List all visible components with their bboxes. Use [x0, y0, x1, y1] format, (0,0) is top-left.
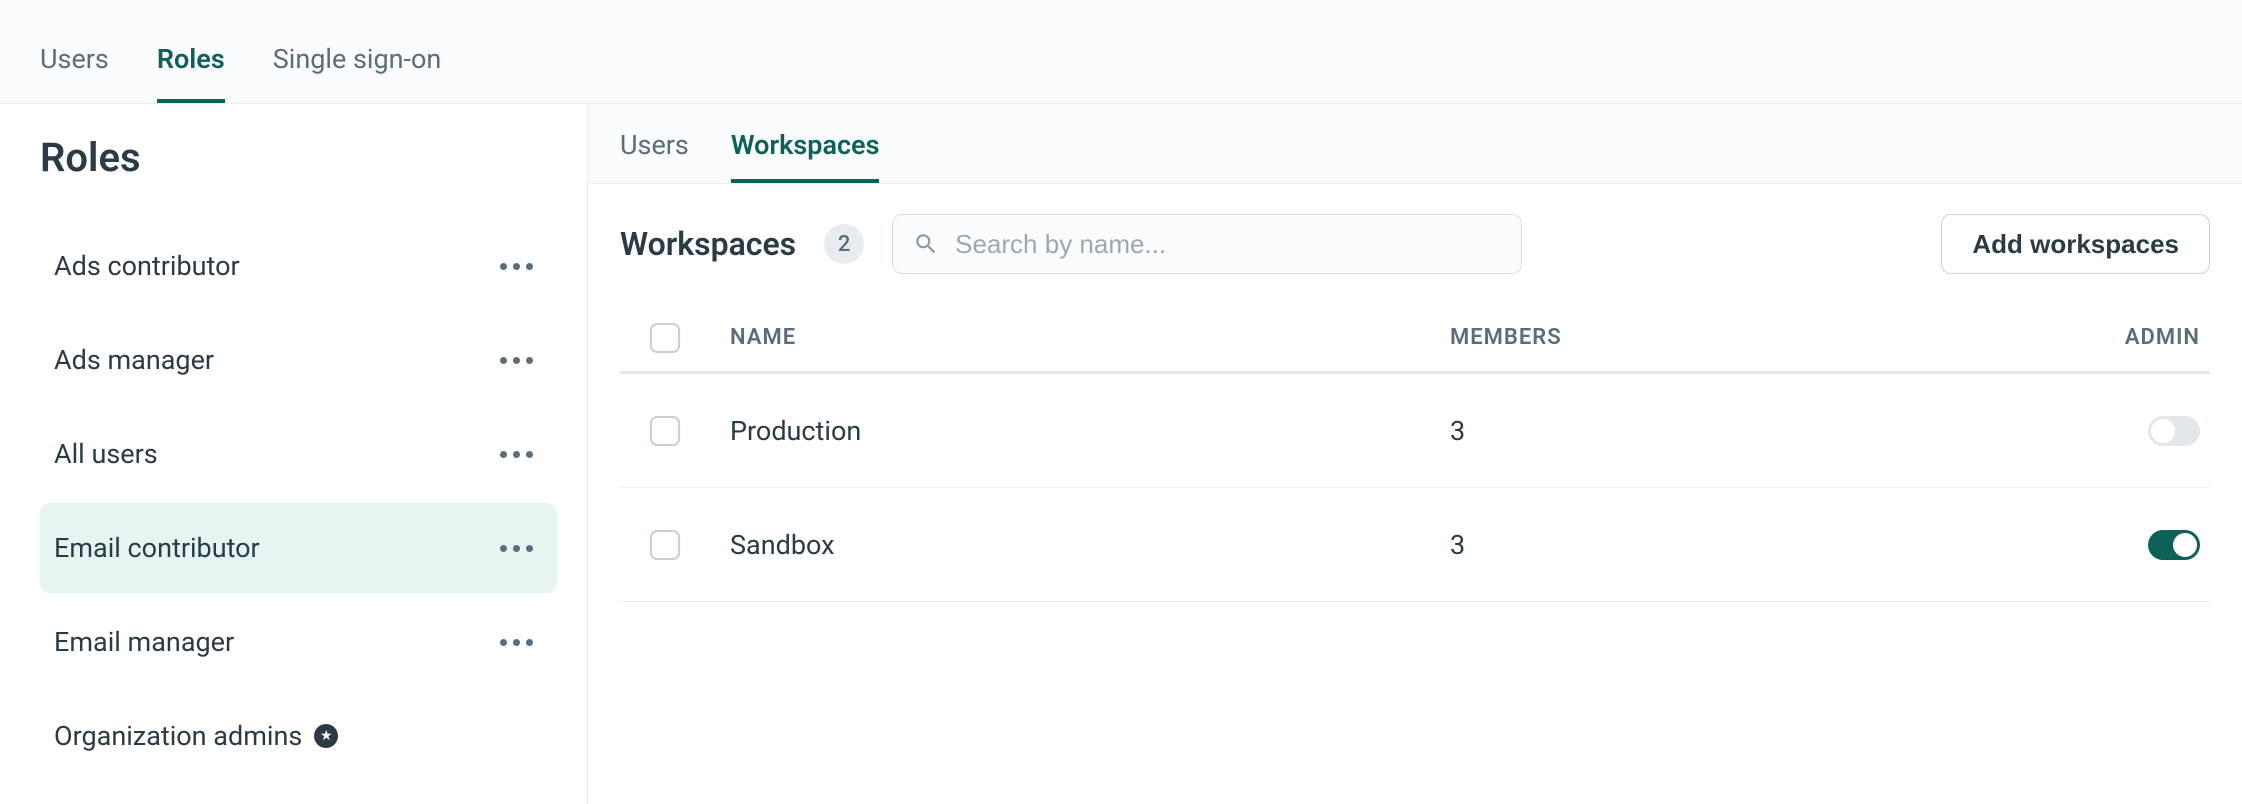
more-icon[interactable] — [500, 451, 533, 458]
role-item-email-manager[interactable]: Email manager — [40, 597, 557, 687]
cell-members: 3 — [1450, 415, 2010, 447]
toolbar-title: Workspaces — [620, 225, 796, 263]
top-tab-sso[interactable]: Single sign-on — [273, 43, 442, 103]
add-workspaces-button[interactable]: Add workspaces — [1941, 214, 2210, 274]
workspaces-table: NAME MEMBERS ADMIN Production 3 Sandbox … — [588, 304, 2242, 602]
table-header: NAME MEMBERS ADMIN — [620, 304, 2210, 374]
more-icon[interactable] — [500, 545, 533, 552]
role-label: Ads manager — [54, 344, 214, 376]
cell-name: Sandbox — [730, 529, 1450, 561]
roles-sidebar: Roles Ads contributor Ads manager All us… — [0, 104, 588, 804]
row-checkbox[interactable] — [650, 530, 680, 560]
role-item-ads-contributor[interactable]: Ads contributor — [40, 221, 557, 311]
cell-name: Production — [730, 415, 1450, 447]
table-row: Sandbox 3 — [620, 488, 2210, 602]
sub-tab-users[interactable]: Users — [620, 129, 689, 183]
column-admin: ADMIN — [2010, 325, 2210, 350]
column-name: NAME — [730, 325, 1450, 350]
role-item-all-users[interactable]: All users — [40, 409, 557, 499]
more-icon[interactable] — [500, 357, 533, 364]
select-all-checkbox[interactable] — [650, 323, 680, 353]
workspaces-count-badge: 2 — [824, 224, 864, 264]
row-checkbox[interactable] — [650, 416, 680, 446]
admin-toggle[interactable] — [2148, 530, 2200, 560]
search-icon — [913, 231, 939, 257]
role-label: Organization admins — [54, 720, 302, 752]
role-item-ads-manager[interactable]: Ads manager — [40, 315, 557, 405]
star-icon: ★ — [314, 724, 338, 748]
role-label: Email manager — [54, 626, 234, 658]
column-members: MEMBERS — [1450, 325, 2010, 350]
more-icon[interactable] — [500, 263, 533, 270]
role-label: Email contributor — [54, 532, 260, 564]
search-input[interactable] — [955, 229, 1501, 260]
top-tabs: Users Roles Single sign-on — [0, 0, 2242, 104]
role-label: Ads contributor — [54, 250, 240, 282]
top-tab-roles[interactable]: Roles — [157, 43, 225, 103]
sub-tab-workspaces[interactable]: Workspaces — [731, 129, 880, 183]
content-area: Users Workspaces Workspaces 2 Add worksp… — [588, 104, 2242, 804]
search-field[interactable] — [892, 214, 1522, 274]
sub-tabs: Users Workspaces — [588, 104, 2242, 184]
role-label: All users — [54, 438, 158, 470]
role-item-organization-admins[interactable]: Organization admins ★ — [40, 691, 557, 781]
top-tab-users[interactable]: Users — [40, 43, 109, 103]
cell-members: 3 — [1450, 529, 2010, 561]
more-icon[interactable] — [500, 639, 533, 646]
workspaces-toolbar: Workspaces 2 Add workspaces — [588, 184, 2242, 304]
role-item-email-contributor[interactable]: Email contributor — [40, 503, 557, 593]
table-row: Production 3 — [620, 374, 2210, 488]
sidebar-title: Roles — [40, 134, 557, 181]
admin-toggle[interactable] — [2148, 416, 2200, 446]
